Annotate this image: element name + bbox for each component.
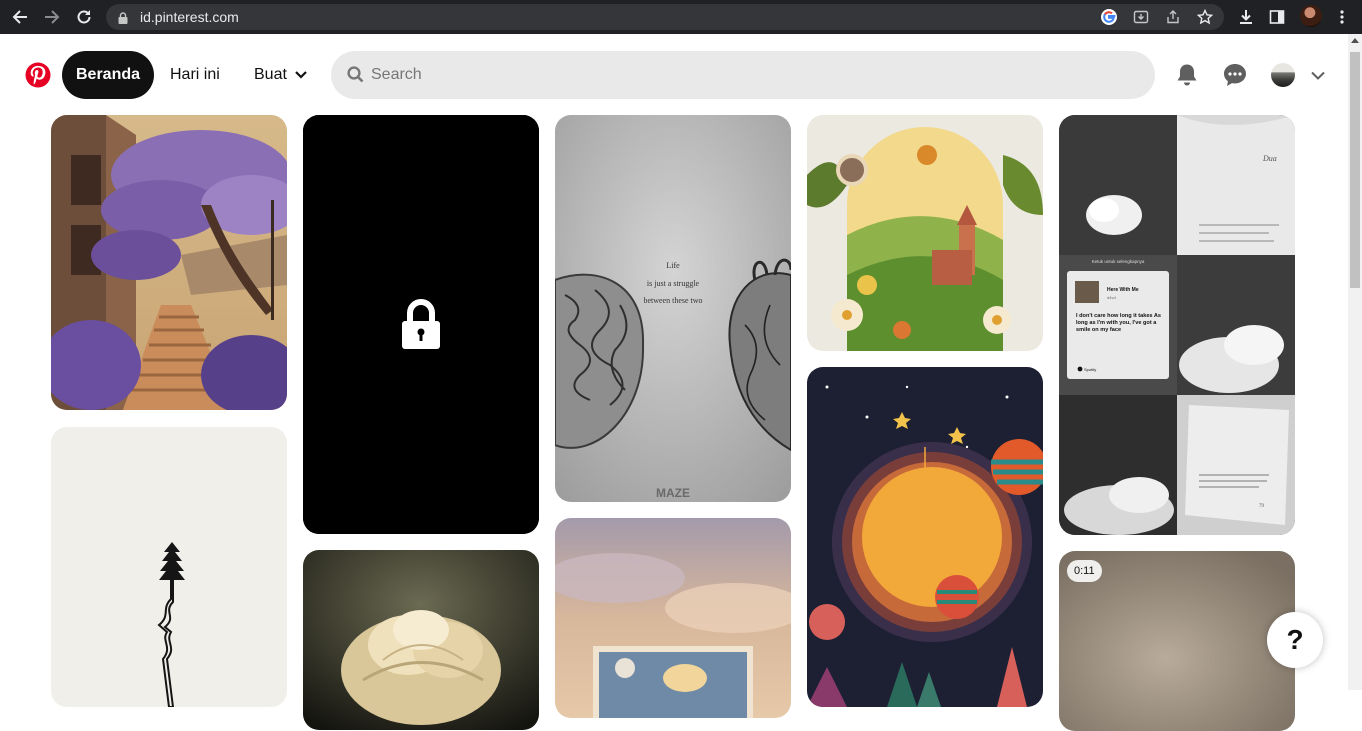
pin-brain-heart[interactable]: Life is just a struggle between these tw…	[555, 115, 791, 502]
pin-stairs-garden[interactable]	[51, 115, 287, 410]
pin-video[interactable]: 0:11	[1059, 551, 1295, 731]
book-word: Dua	[1262, 154, 1277, 163]
menu-dots-icon[interactable]	[1330, 5, 1354, 29]
video-duration-badge: 0:11	[1067, 560, 1102, 582]
watermark-text: MAZE	[656, 486, 690, 500]
page-number: 79	[1259, 504, 1265, 509]
pin-space-paper[interactable]	[807, 367, 1043, 707]
messages-icon[interactable]	[1223, 63, 1247, 87]
url-text[interactable]: id.pinterest.com	[140, 9, 239, 25]
pin-image	[807, 115, 1043, 351]
chevron-down-icon	[295, 71, 307, 79]
share-icon[interactable]	[1162, 7, 1184, 27]
scroll-thumb[interactable]	[1350, 52, 1360, 288]
create-menu-label: Buat	[254, 66, 287, 83]
song-artist: d4vd	[1107, 295, 1116, 300]
pin-image	[303, 550, 539, 730]
help-button[interactable]: ?	[1267, 612, 1323, 668]
pin-image	[51, 115, 287, 410]
create-menu[interactable]: Buat	[254, 51, 307, 99]
quote-line-2: is just a struggle	[647, 279, 700, 288]
forward-arrow-icon[interactable]	[40, 5, 64, 29]
home-tab[interactable]: Beranda	[62, 51, 154, 99]
site-header: Beranda Hari ini Buat	[0, 34, 1348, 114]
account-avatar[interactable]	[1271, 63, 1295, 87]
page-scrollbar[interactable]	[1348, 34, 1362, 690]
quote-line-1: Life	[666, 261, 680, 270]
google-icon[interactable]	[1098, 7, 1120, 27]
lock-icon[interactable]	[118, 11, 128, 29]
song-title: Here With Me	[1107, 287, 1139, 293]
install-app-icon[interactable]	[1130, 7, 1152, 27]
search-input[interactable]	[371, 51, 1131, 99]
pin-image	[51, 427, 287, 707]
account-chevron-icon[interactable]	[1311, 67, 1325, 85]
quote-line-3: between these two	[643, 296, 702, 305]
search-bar[interactable]	[331, 51, 1155, 99]
download-icon[interactable]	[1234, 5, 1258, 29]
pin-image: Dua Ketuk untuk selengkapnya Here With M…	[1059, 115, 1295, 535]
spotify-label: Spotify	[1084, 367, 1096, 372]
scroll-up-icon[interactable]	[1351, 38, 1359, 43]
pin-image	[555, 518, 791, 718]
pin-bw-collage[interactable]: Dua Ketuk untuk selengkapnya Here With M…	[1059, 115, 1295, 535]
pin-lock-black[interactable]	[303, 115, 539, 534]
pin-quilled-landscape[interactable]	[807, 115, 1043, 351]
pin-image	[807, 367, 1043, 707]
pinterest-logo-icon[interactable]	[25, 62, 51, 88]
collage-caption: Ketuk untuk selengkapnya	[1092, 259, 1145, 264]
pin-tree-line[interactable]	[51, 427, 287, 707]
profile-avatar[interactable]	[1300, 5, 1322, 27]
pin-peony[interactable]	[303, 550, 539, 730]
reload-icon[interactable]	[72, 5, 96, 29]
song-lyrics: I don't care how long it takes As long a…	[1076, 313, 1162, 333]
back-arrow-icon[interactable]	[8, 5, 32, 29]
address-bar[interactable]: id.pinterest.com	[106, 4, 1224, 30]
pin-sky-window[interactable]	[555, 518, 791, 718]
today-tab[interactable]: Hari ini	[170, 51, 220, 99]
side-panel-icon[interactable]	[1265, 5, 1289, 29]
star-icon[interactable]	[1194, 7, 1216, 27]
browser-toolbar: id.pinterest.com	[0, 0, 1362, 34]
search-icon	[347, 66, 364, 88]
pin-image: Life is just a struggle between these tw…	[555, 115, 791, 502]
notifications-bell-icon[interactable]	[1175, 63, 1199, 87]
lock-icon	[303, 115, 539, 534]
